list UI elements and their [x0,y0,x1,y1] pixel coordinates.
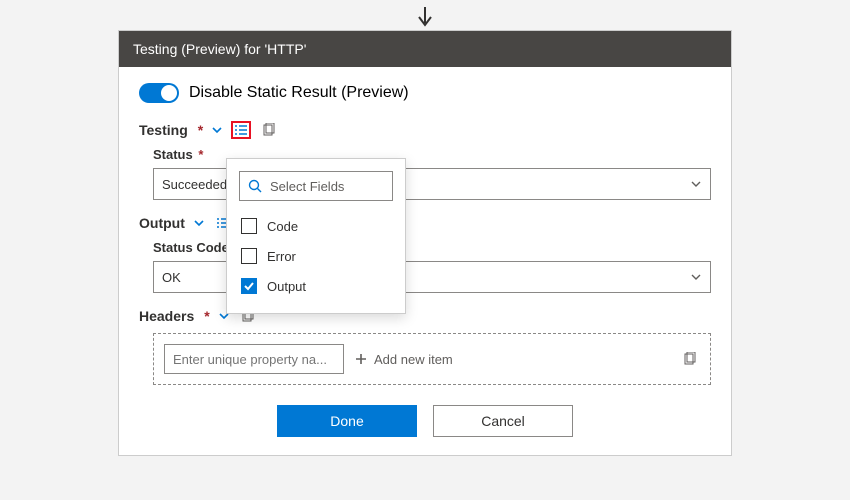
required-asterisk: * [198,122,203,138]
headers-section-row: Headers * [139,307,711,325]
copy-icon[interactable] [259,121,279,139]
chevron-down-icon [690,271,702,283]
headers-label: Headers [139,308,194,324]
button-row: Done Cancel [139,405,711,437]
toggle-row: Disable Static Result (Preview) [139,83,711,103]
disable-static-result-toggle[interactable] [139,83,179,103]
status-value: Succeeded [162,177,227,192]
chevron-down-icon [690,178,702,190]
done-button[interactable]: Done [277,405,417,437]
toggle-knob [161,85,177,101]
search-placeholder: Select Fields [270,179,344,194]
option-label: Output [267,279,306,294]
output-label: Output [139,215,185,231]
check-icon [243,280,255,292]
checkbox-unchecked [241,218,257,234]
testing-panel: Testing (Preview) for 'HTTP' Disable Sta… [118,30,732,456]
status-code-value: OK [162,270,181,285]
select-fields-icon[interactable] [231,121,251,139]
field-option-output[interactable]: Output [239,271,393,301]
required-asterisk: * [204,308,209,324]
testing-section-row: Testing * [139,121,711,139]
arrow-down-icon [416,5,434,29]
chevron-down-icon[interactable] [193,217,205,229]
add-item-label: Add new item [374,352,453,367]
field-option-code[interactable]: Code [239,211,393,241]
add-new-item-button[interactable]: Add new item [354,352,453,367]
checkbox-unchecked [241,248,257,264]
select-fields-popover: Select Fields Code Error Output [226,158,406,314]
testing-label: Testing [139,122,188,138]
cancel-button[interactable]: Cancel [433,405,573,437]
checkbox-checked [241,278,257,294]
headers-box: Add new item [153,333,711,385]
plus-icon [354,352,368,366]
panel-body: Disable Static Result (Preview) Testing *… [119,67,731,455]
option-label: Error [267,249,296,264]
chevron-down-icon[interactable] [211,124,223,136]
output-section-row: Output [139,214,711,232]
property-name-input[interactable] [164,344,344,374]
search-icon [248,179,262,193]
option-label: Code [267,219,298,234]
select-fields-search[interactable]: Select Fields [239,171,393,201]
panel-title: Testing (Preview) for 'HTTP' [119,31,731,67]
copy-icon[interactable] [680,350,700,368]
field-option-error[interactable]: Error [239,241,393,271]
toggle-label: Disable Static Result (Preview) [189,84,409,102]
